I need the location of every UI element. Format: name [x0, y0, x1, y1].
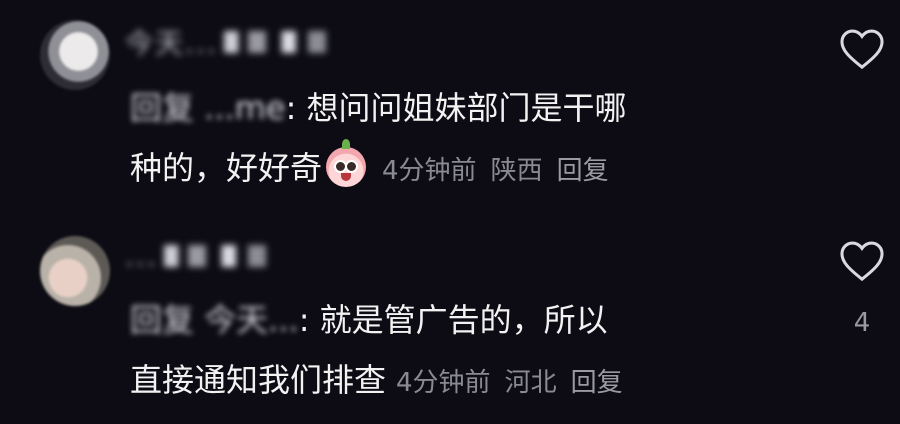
comment-text-line1: 就是管广告的，所以 [319, 301, 608, 339]
surprised-face-emoji-icon [326, 139, 367, 187]
avatar[interactable] [40, 236, 110, 306]
comment-body[interactable]: 回复 今天...: 就是管广告的，所以 直接通知我们排查 4分钟前 河北 回复 [130, 290, 810, 413]
comment-username[interactable]: ... [125, 236, 284, 276]
comment-username[interactable]: 今天... [125, 22, 344, 62]
censored-username-blur [163, 245, 284, 267]
reply-target: 回复 今天... [130, 301, 299, 339]
reply-button[interactable]: 回复 [571, 368, 623, 398]
like-button[interactable] [836, 28, 888, 96]
heart-icon [840, 29, 884, 70]
comment-location: 河北 [504, 368, 557, 398]
comment-text-line1: 想问问姐妹部门是干哪 [306, 89, 627, 127]
reply-target: 回复 ...me [130, 89, 286, 127]
comment-time: 4分钟前 [382, 156, 477, 186]
comment-meta: 4分钟前 河北 回复 [396, 368, 637, 398]
comment-item: ... 回复 今天...: 就是管广告的，所以 直接通知我们排查 4分钟前 河北 回复… [0, 212, 900, 424]
comment-body[interactable]: 回复 ...me: 想问问姐妹部门是干哪 种的，好好奇 4分钟前 陕西 回复 [130, 78, 810, 201]
heart-icon [840, 241, 884, 282]
like-count: 4 [853, 308, 871, 338]
comment-meta: 4分钟前 陕西 回复 [382, 156, 623, 186]
comment-location: 陕西 [490, 156, 543, 186]
comment-time: 4分钟前 [396, 368, 491, 398]
comment-item: 今天... 回复 ...me: 想问问姐妹部门是干哪 种的，好好奇 4分钟前 陕西回… [0, 0, 900, 212]
avatar[interactable] [40, 20, 110, 90]
censored-username-blur [223, 31, 344, 53]
comment-text-line2: 直接通知我们排查 [130, 361, 387, 399]
comment-text-line2: 种的，好好奇 [130, 149, 323, 187]
like-button[interactable]: 4 [836, 240, 888, 338]
reply-button[interactable]: 回复 [557, 156, 609, 186]
